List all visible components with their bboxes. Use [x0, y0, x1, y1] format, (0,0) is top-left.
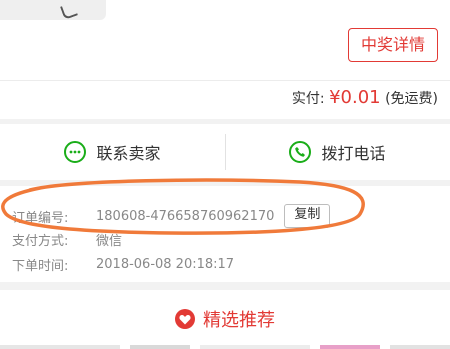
thumbnail-detail	[60, 2, 78, 20]
order-info-card: 订单编号: 180608-476658760962170 复制 支付方式: 微信…	[0, 186, 450, 282]
chat-bubble-icon	[64, 141, 87, 163]
order-number-label: 订单编号:	[12, 210, 69, 226]
heart-icon	[175, 309, 195, 329]
payment-method-label: 支付方式:	[12, 234, 69, 249]
prize-details-button[interactable]: 中奖详情	[348, 28, 438, 62]
paid-amount-text: 实付: ¥0.01 (免运费)	[292, 87, 438, 108]
shipping-note: (免运费)	[385, 91, 438, 107]
paid-label: 实付:	[291, 91, 330, 107]
contact-seller-label: 联系卖家	[96, 144, 161, 163]
copy-order-number-button[interactable]: 复制	[284, 204, 331, 228]
recommend-title: 精选推荐	[203, 310, 275, 331]
order-number-row: 订单编号: 180608-476658760962170 复制	[12, 204, 331, 228]
order-time-value: 2018-06-08 20:18:17	[96, 257, 235, 272]
product-card: 中奖详情	[0, 0, 450, 80]
paid-amount-value: 0.01	[340, 87, 381, 108]
payment-method-row: 支付方式: 微信	[12, 230, 122, 249]
recommend-section: 精选推荐	[0, 290, 450, 349]
order-time-row: 下单时间: 2018-06-08 20:18:17	[12, 255, 234, 274]
phone-icon	[289, 141, 312, 163]
recommend-preview-strip	[0, 345, 450, 349]
call-phone-label: 拨打电话	[321, 144, 386, 163]
recommend-header[interactable]: 精选推荐	[0, 304, 450, 334]
order-number-value: 180608-476658760962170	[96, 208, 275, 224]
paid-amount-row: 实付: ¥0.01 (免运费)	[0, 80, 450, 119]
contact-seller-button[interactable]: 联系卖家	[0, 124, 225, 180]
paid-currency: ¥	[329, 87, 341, 108]
call-phone-button[interactable]: 拨打电话	[225, 124, 450, 180]
action-bar: 联系卖家 拨打电话	[0, 124, 450, 180]
product-thumbnail[interactable]	[0, 0, 106, 20]
order-time-label: 下单时间:	[12, 259, 69, 274]
payment-method-value: 微信	[96, 234, 123, 249]
